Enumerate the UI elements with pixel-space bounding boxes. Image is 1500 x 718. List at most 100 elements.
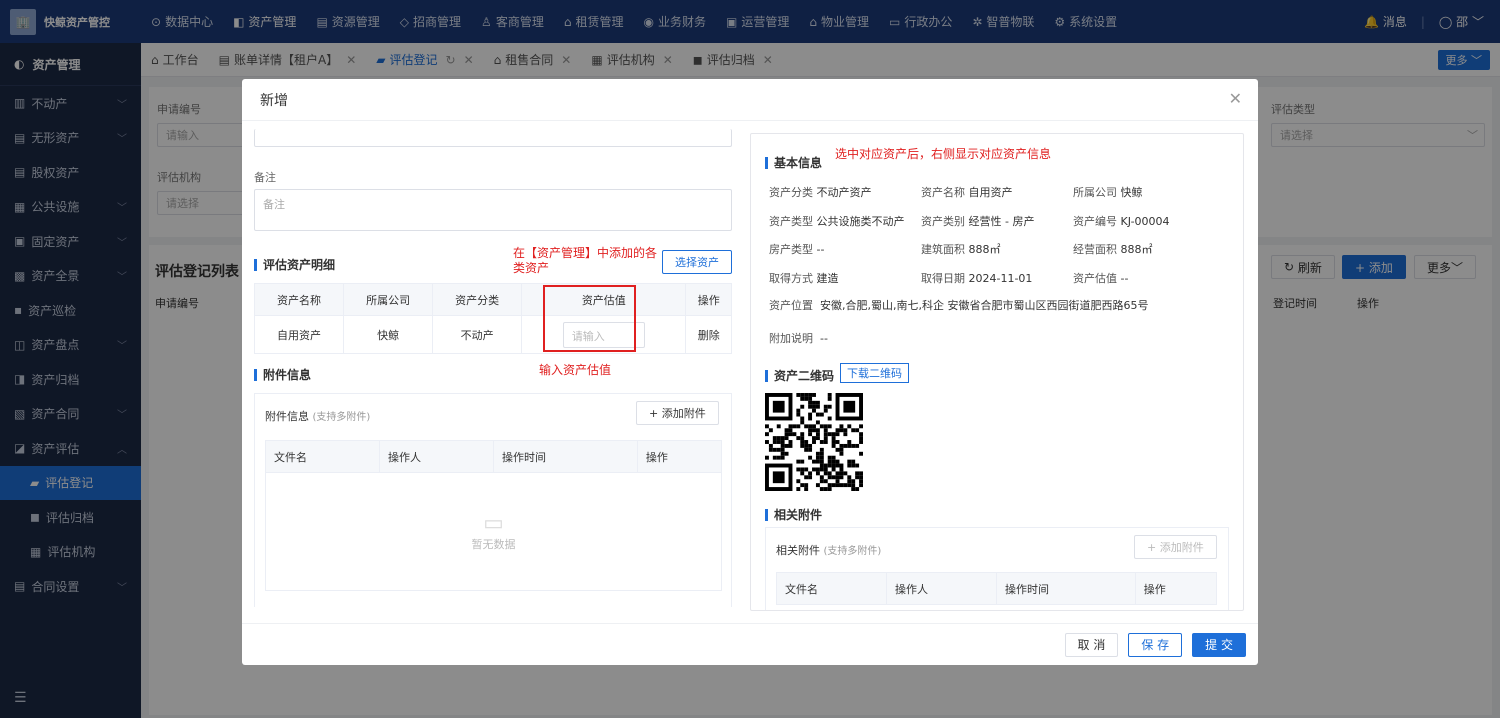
cancel-button[interactable]: 取 消 [1064,632,1119,657]
info-key: 取得日期 [921,271,965,285]
related-label-text: 相关附件 [776,544,820,557]
attach-table: 文件名 操作人 操作时间 操作 ▭ 暂无数据 [265,440,723,591]
location-row: 资产位置 安徽,合肥,蜀山,南七,科企 安徽省合肥市蜀山区西园街道肥西路65号 [769,297,1148,313]
attach-header: 操作时间 [493,440,638,473]
add-attach-button[interactable]: + 添加附件 [636,401,719,425]
asset-table: 资产名称 所属公司 资产分类 资产估值 操作 自用资产 快鲸 不动产 请输入 删除 [254,283,732,354]
info-key: 资产类别 [921,214,965,228]
info-key: 资产名称 [921,186,965,199]
remark2-row: 附加说明 -- [769,330,828,346]
related-hint: (支持多附件) [823,546,882,557]
info-field: 取得方式 建造 [769,270,839,286]
attach-header: 文件名 [265,440,380,473]
table-header: 资产名称 [254,283,345,316]
modal-header: 新增 ✕ [242,79,1258,121]
info-key: 资产分类 [769,186,813,199]
info-key: 资产类型 [769,214,813,228]
delete-link[interactable]: 删除 [685,315,732,354]
basic-title: 基本信息 [765,154,822,171]
location-key: 资产位置 [769,299,813,312]
info-value: 建造 [816,271,839,285]
info-key: 经营面积 [1073,243,1117,256]
modal-footer: 取 消 保 存 提 交 [242,623,1258,665]
related-title-text: 相关附件 [774,508,823,522]
info-key: 资产估值 [1073,271,1117,285]
info-field: 资产类型 公共设施类不动产 [769,213,905,229]
info-value: 不动产资产 [816,186,872,199]
related-header: 操作人 [886,572,997,605]
info-value: 公共设施类不动产 [816,214,905,228]
info-field: 资产编号 KJ-00004 [1073,213,1170,229]
attach-title-text: 附件信息 [263,368,312,382]
info-field: 资产类别 经营性 - 房产 [921,213,1034,229]
empty-text: 暂无数据 [471,538,516,551]
info-key: 房产类型 [769,243,813,256]
submit-button[interactable]: 提 交 [1192,632,1246,657]
modal-title: 新增 [260,92,288,109]
prev-field[interactable] [254,129,732,147]
company-cell: 快鲸 [343,315,434,354]
info-field: 资产估值 -- [1073,270,1128,286]
remark-label: 备注 [254,171,276,184]
table-header: 操作 [685,283,732,316]
attach-header: 操作人 [379,440,494,473]
related-title: 相关附件 [765,506,822,523]
info-value: -- [816,243,825,256]
select-asset-button[interactable]: 选择资产 [662,250,732,274]
basic-title-text: 基本信息 [774,156,823,170]
info-value: 888㎡ [1120,243,1153,256]
asset-info-panel: 基本信息 选中对应资产后，右侧显示对应资产信息 资产分类 不动产资产 资产名称 自… [750,133,1244,611]
related-header: 文件名 [776,572,887,605]
related-label: 相关附件 (支持多附件) [776,542,881,558]
related-add-button[interactable]: + 添加附件 [1134,535,1217,559]
remark-textarea[interactable]: 备注 [254,189,732,231]
info-value: 2024-11-01 [968,271,1033,285]
remark2-key: 附加说明 [769,332,813,345]
attach-header: 操作 [636,440,723,473]
info-value: KJ-00004 [1120,214,1170,228]
attach-box-hint: (支持多附件) [312,412,371,423]
category-cell: 不动产 [432,315,523,354]
related-box: 相关附件 (支持多附件) + 添加附件 文件名 操作人 操作时间 操作 [765,527,1229,610]
info-value: 888㎡ [968,243,1001,256]
attach-box-label: 附件信息 (支持多附件) [265,408,370,424]
info-value: 经营性 - 房产 [968,214,1035,228]
form-left: 备注 备注 评估资产明细 选择资产 资产名称 所属公司 资产分类 资产估值 操作 自用资… [254,129,732,607]
info-field: 所属公司 快鲸 [1073,184,1143,200]
asset-name-cell: 自用资产 [254,315,345,354]
empty-box-icon: ▭ [483,511,504,536]
attach-box: 附件信息 (支持多附件) + 添加附件 文件名 操作人 操作时间 操作 ▭ 暂无数据 [254,393,732,607]
attach-box-label-text: 附件信息 [265,410,309,423]
info-key: 取得方式 [769,271,813,285]
info-value: 快鲸 [1120,186,1143,199]
info-key: 所属公司 [1073,186,1117,199]
related-header: 操作 [1134,572,1218,605]
info-field: 建筑面积 888㎡ [921,241,1001,257]
attach-title: 附件信息 [254,366,311,383]
table-row: 自用资产 快鲸 不动产 请输入 删除 [254,315,732,354]
remark-placeholder: 备注 [263,198,285,211]
qr-code-image [765,393,863,491]
qr-title-text: 资产二维码 [774,369,835,383]
info-value: 自用资产 [968,186,1013,199]
info-key: 资产编号 [1073,214,1117,228]
related-header: 操作时间 [996,572,1136,605]
info-value: -- [1120,271,1129,285]
remark2-value: -- [820,332,828,345]
close-icon[interactable]: ✕ [1229,89,1242,108]
detail-title: 评估资产明细 [254,256,335,273]
add-modal: 新增 ✕ 备注 备注 评估资产明细 选择资产 资产名称 所属公司 资产分类 资产估值操… [242,79,1258,665]
table-header: 所属公司 [343,283,434,316]
info-field: 资产名称 自用资产 [921,184,1013,200]
annotation-info: 选中对应资产后，右侧显示对应资产信息 [835,147,1052,161]
download-qr-button[interactable]: 下载二维码 [840,363,909,383]
detail-title-text: 评估资产明细 [263,258,336,272]
info-field: 资产分类 不动产资产 [769,184,872,200]
info-field: 取得日期 2024-11-01 [921,270,1032,286]
annotation-box [543,285,636,352]
save-button[interactable]: 保 存 [1128,632,1183,657]
empty-cell: ▭ 暂无数据 [265,472,722,591]
info-field: 经营面积 888㎡ [1073,241,1153,257]
info-field: 房产类型 -- [769,241,824,257]
related-table: 文件名 操作人 操作时间 操作 [776,572,1218,605]
